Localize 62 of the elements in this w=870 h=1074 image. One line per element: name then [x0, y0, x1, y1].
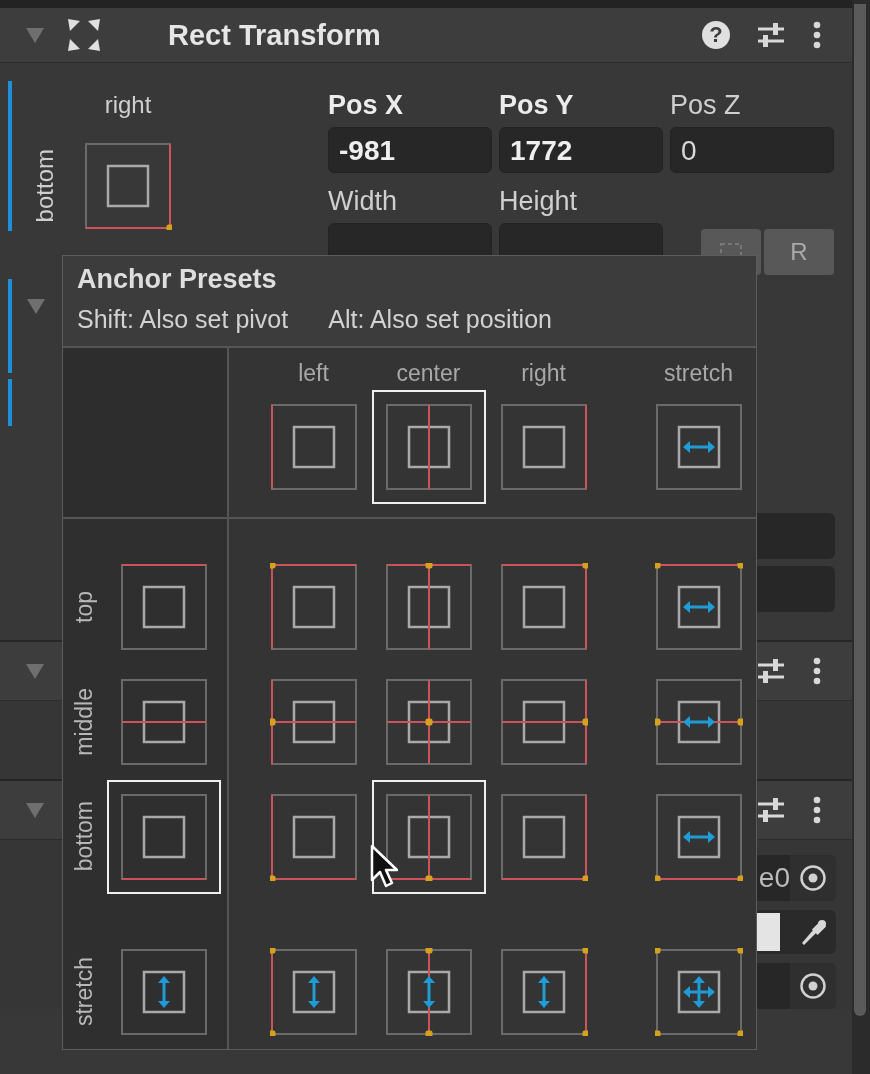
- anchor-preset-button[interactable]: [107, 779, 221, 894]
- hint-text: Shift: Also set pivot: [77, 305, 289, 334]
- anchor-label: bottom: [31, 149, 59, 223]
- number-field[interactable]: 0: [670, 127, 834, 173]
- anchor-preset-icon: [654, 562, 743, 651]
- anchor-preset-icon: [499, 677, 588, 766]
- popup-title: Anchor Presets: [77, 264, 278, 295]
- field-value: e0: [758, 862, 790, 894]
- hint-text: Alt: Also set position: [328, 305, 552, 334]
- sliders-icon[interactable]: [756, 796, 786, 824]
- field-label: Height: [499, 186, 579, 217]
- cursor-icon: [370, 844, 398, 888]
- component-title: Rect Transform: [168, 18, 381, 52]
- row-label: bottom: [71, 801, 98, 872]
- rect-transform-icon: [66, 17, 102, 53]
- help-icon[interactable]: ?: [702, 21, 730, 49]
- object-picker-icon[interactable]: [799, 864, 827, 892]
- more-icon[interactable]: [812, 796, 822, 824]
- anchor-preset-icon: [499, 947, 588, 1036]
- anchor-preset-icon: [384, 677, 473, 766]
- anchor-preset-icon: [499, 792, 588, 881]
- anchor-preset-icon: [269, 677, 358, 766]
- number-field[interactable]: -981: [328, 127, 492, 173]
- object-picker-icon[interactable]: [799, 972, 827, 1000]
- row-label: top: [71, 590, 98, 623]
- anchor-preset-icon: [120, 792, 208, 881]
- anchor-preset-icon: [269, 792, 358, 881]
- field-label: Pos Z: [670, 90, 742, 121]
- anchor-preset-icon: [654, 792, 743, 881]
- more-icon[interactable]: [812, 657, 822, 685]
- column-label: right: [521, 360, 566, 389]
- anchor-preset-icon: [384, 562, 473, 651]
- anchor-preset-icon: [120, 562, 208, 651]
- column-label: left: [298, 360, 329, 389]
- more-icon[interactable]: [812, 21, 822, 49]
- anchor-preset-icon: [384, 403, 473, 492]
- indicator-bar: [8, 379, 12, 426]
- anchor-preset-icon: [654, 947, 743, 1036]
- anchor-preset-button[interactable]: [371, 390, 486, 505]
- anchor-label: right: [104, 91, 152, 119]
- column-label: stretch: [664, 360, 733, 389]
- column-label: center: [396, 360, 461, 389]
- anchor-preset-icon: [499, 562, 588, 651]
- scrollbar[interactable]: [854, 4, 866, 1016]
- anchor-preset-icon: [269, 562, 358, 651]
- anchor-preset-icon: [269, 947, 358, 1036]
- anchor-preset-icon: [499, 403, 588, 492]
- anchor-preset-icon: [269, 403, 358, 492]
- anchor-preset-icon: [654, 403, 743, 492]
- anchor-preset-icon: [120, 677, 208, 766]
- field-label: Pos Y: [499, 90, 575, 121]
- number-field[interactable]: 1772: [499, 127, 663, 173]
- sliders-icon[interactable]: [756, 657, 786, 685]
- field-label: Width: [328, 186, 399, 217]
- field-label: Pos X: [328, 90, 405, 121]
- anchor-preset-icon: [120, 947, 208, 1036]
- row-label: middle: [71, 687, 98, 756]
- component-header[interactable]: Rect Transform ?: [0, 8, 852, 63]
- row-label: stretch: [71, 957, 98, 1026]
- sliders-icon[interactable]: [756, 21, 786, 49]
- anchor-preset-icon: [654, 677, 743, 766]
- anchor-preset-icon: [384, 947, 473, 1036]
